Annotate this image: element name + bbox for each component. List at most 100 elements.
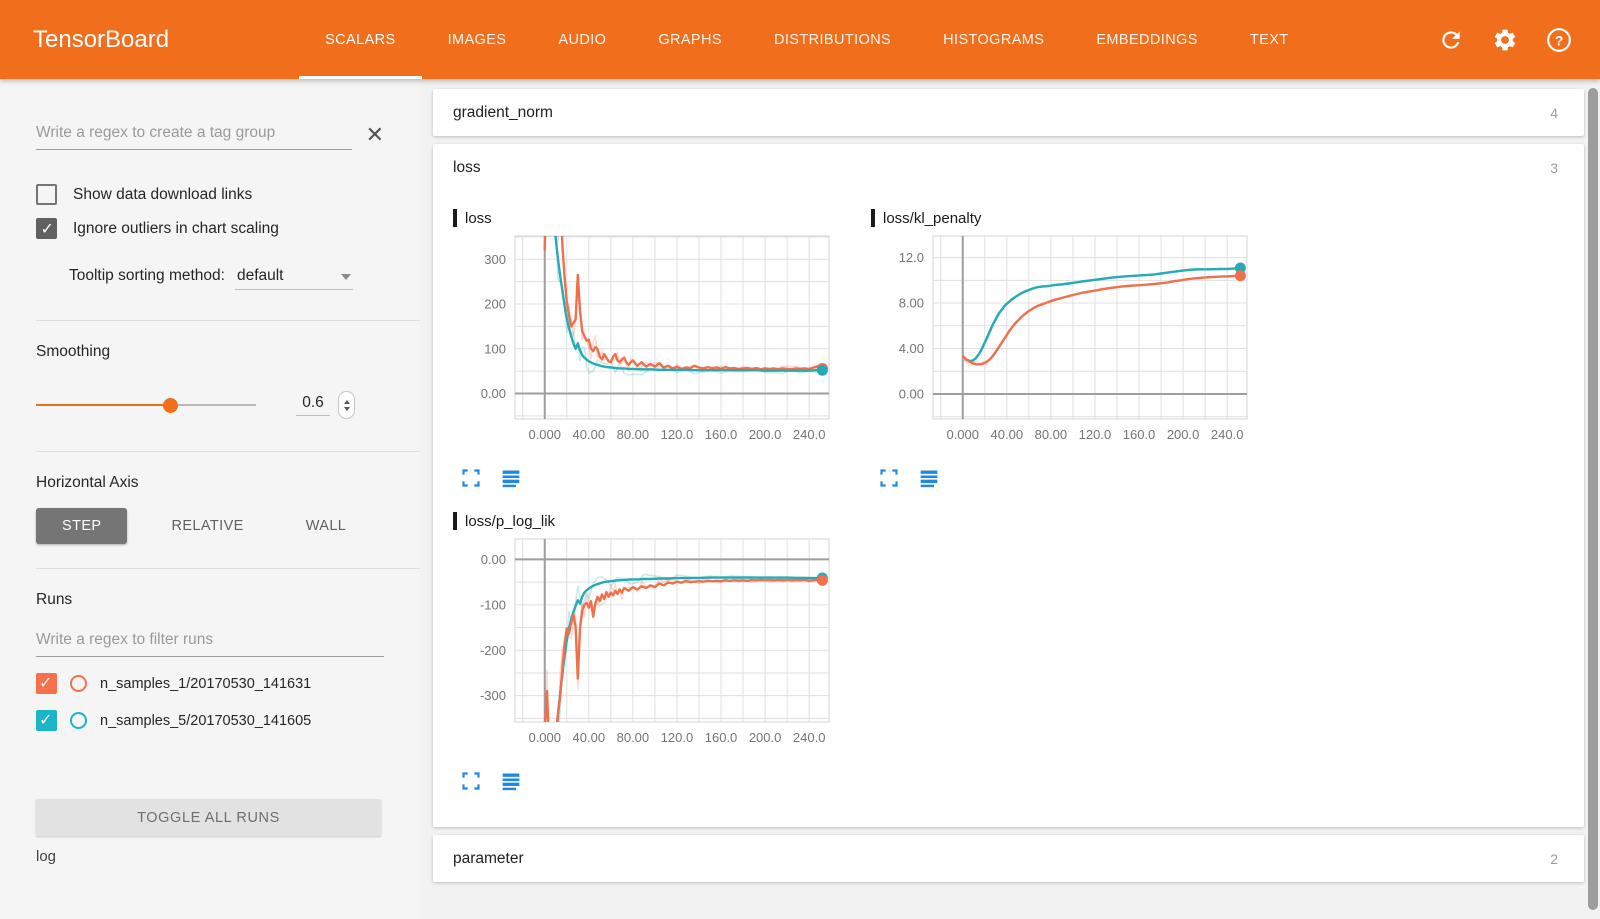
smoothing-stepper[interactable] <box>338 391 355 419</box>
section-header-gradient-norm[interactable]: gradient_norm 4 <box>433 89 1584 136</box>
data-table-icon[interactable] <box>501 468 521 488</box>
smoothing-value-input[interactable]: 0.6 <box>296 394 330 416</box>
svg-text:120.0: 120.0 <box>1079 427 1112 442</box>
svg-text:8.00: 8.00 <box>899 296 924 311</box>
svg-text:120.0: 120.0 <box>661 427 694 442</box>
section-header-loss[interactable]: loss 3 <box>433 144 1584 191</box>
axis-step-button[interactable]: STEP <box>36 508 128 544</box>
section-title: parameter <box>453 849 524 867</box>
help-icon[interactable]: ? <box>1546 27 1572 53</box>
expand-chart-icon[interactable] <box>461 468 481 488</box>
runs-regex-input[interactable]: Write a regex to filter runs <box>36 623 384 657</box>
svg-text:-200: -200 <box>480 643 506 658</box>
chart-loss: loss 0.000 40.00 80.00 120.0 160.0 200.0 240.0… <box>453 209 869 498</box>
run-label: n_samples_5/20170530_141605 <box>100 712 312 729</box>
svg-text:240.0: 240.0 <box>1211 427 1244 442</box>
data-table-icon[interactable] <box>501 771 521 791</box>
main-content: gradient_norm 4 loss 3 loss 0.000 40.00 80… <box>420 79 1600 919</box>
tooltip-sorting-select[interactable]: default <box>234 265 353 290</box>
p-log-lik-line-chart[interactable]: 0.000 40.00 80.00 120.0 160.0 200.0 240.0 0.00 -… <box>453 532 841 762</box>
tab-graphs[interactable]: GRAPHS <box>632 0 748 79</box>
svg-text:12.0: 12.0 <box>899 250 924 265</box>
kl-penalty-line-chart[interactable]: 0.000 40.00 80.00 120.0 160.0 200.0 240.0 0.00 4… <box>871 229 1259 459</box>
toggle-all-runs-button[interactable]: TOGGLE ALL RUNS <box>36 799 381 836</box>
divider <box>36 320 420 321</box>
section-title: gradient_norm <box>453 103 553 121</box>
run-color-swatch[interactable] <box>70 675 87 692</box>
svg-text:4.00: 4.00 <box>899 341 924 356</box>
tag-regex-input[interactable]: Write a regex to create a tag group <box>36 116 352 150</box>
svg-text:100: 100 <box>484 341 506 356</box>
tab-scalars[interactable]: SCALARS <box>299 0 422 79</box>
section-card-gradient-norm: gradient_norm 4 <box>433 89 1584 136</box>
axis-wall-button[interactable]: WALL <box>288 508 365 544</box>
section-header-parameter[interactable]: parameter 2 <box>433 835 1584 882</box>
tooltip-sorting-value: default <box>236 267 284 284</box>
tag-regex-placeholder: Write a regex to create a tag group <box>36 123 276 141</box>
vertical-scrollbar[interactable] <box>1588 88 1598 910</box>
chart-title: loss <box>465 209 492 227</box>
section-count-badge: 2 <box>1550 850 1558 867</box>
charts-grid: loss 0.000 40.00 80.00 120.0 160.0 200.0 240.0… <box>433 191 1584 827</box>
axis-relative-button[interactable]: RELATIVE <box>153 508 261 544</box>
svg-text:-100: -100 <box>480 597 506 612</box>
tab-images[interactable]: IMAGES <box>422 0 533 79</box>
nav-tabs: SCALARS IMAGES AUDIO GRAPHS DISTRIBUTION… <box>299 0 1314 79</box>
loss-line-chart[interactable]: 0.000 40.00 80.00 120.0 160.0 200.0 240.0 0.00 1… <box>453 229 841 459</box>
expand-chart-icon[interactable] <box>879 468 899 488</box>
run-checkbox[interactable] <box>36 710 57 731</box>
tab-embeddings[interactable]: EMBEDDINGS <box>1070 0 1224 79</box>
svg-text:200.0: 200.0 <box>1167 427 1200 442</box>
svg-text:0.000: 0.000 <box>528 730 561 745</box>
data-table-icon[interactable] <box>919 468 939 488</box>
chart-loss-p-log-lik: loss/p_log_lik 0.000 40.00 80.00 120.0 160.0… <box>453 512 869 801</box>
svg-text:120.0: 120.0 <box>661 730 694 745</box>
run-color-swatch[interactable] <box>70 712 87 729</box>
expand-chart-icon[interactable] <box>461 771 481 791</box>
runs-regex-placeholder: Write a regex to filter runs <box>36 630 214 648</box>
svg-text:80.00: 80.00 <box>617 427 650 442</box>
toolbar-actions: ? <box>1438 27 1572 53</box>
slider-fill <box>36 404 171 406</box>
smoothing-label: Smoothing <box>36 343 111 360</box>
sidebar: Write a regex to create a tag group ✕ Sh… <box>0 79 420 919</box>
svg-text:160.0: 160.0 <box>1123 427 1156 442</box>
run-row: n_samples_5/20170530_141605 <box>36 710 384 731</box>
stepper-up-icon[interactable] <box>343 399 350 404</box>
svg-text:0.00: 0.00 <box>481 386 506 401</box>
svg-text:80.00: 80.00 <box>617 730 650 745</box>
close-icon[interactable]: ✕ <box>366 124 384 150</box>
svg-text:200.0: 200.0 <box>749 427 782 442</box>
svg-text:0.00: 0.00 <box>481 552 506 567</box>
section-card-parameter: parameter 2 <box>433 835 1584 882</box>
tab-audio[interactable]: AUDIO <box>532 0 632 79</box>
svg-text:200: 200 <box>484 297 506 312</box>
show-download-links-checkbox[interactable] <box>36 184 57 205</box>
section-card-loss: loss 3 loss 0.000 40.00 80.00 120.0 160.0 200… <box>433 144 1584 827</box>
tab-histograms[interactable]: HISTOGRAMS <box>917 0 1070 79</box>
tag-marker <box>871 209 875 227</box>
section-count-badge: 4 <box>1550 104 1558 121</box>
refresh-icon[interactable] <box>1438 27 1464 53</box>
app-title: TensorBoard <box>33 25 170 53</box>
section-count-badge: 3 <box>1550 159 1558 176</box>
svg-text:240.0: 240.0 <box>793 427 826 442</box>
slider-handle[interactable] <box>162 397 178 413</box>
settings-gear-icon[interactable] <box>1492 27 1518 53</box>
svg-text:40.00: 40.00 <box>991 427 1024 442</box>
tag-marker <box>453 512 457 530</box>
chart-loss-kl-penalty: loss/kl_penalty 0.000 40.00 80.00 120.0 160.… <box>871 209 1287 498</box>
stepper-down-icon[interactable] <box>343 406 350 411</box>
svg-text:200.0: 200.0 <box>749 730 782 745</box>
horizontal-axis-label: Horizontal Axis <box>36 474 139 491</box>
ignore-outliers-checkbox[interactable] <box>36 218 57 239</box>
section-title: loss <box>453 158 481 176</box>
run-checkbox[interactable] <box>36 673 57 694</box>
horizontal-axis-toggle-group: STEP RELATIVE WALL <box>36 508 384 544</box>
show-download-links-label: Show data download links <box>73 185 253 203</box>
svg-text:40.00: 40.00 <box>573 730 606 745</box>
tab-text[interactable]: TEXT <box>1224 0 1315 79</box>
tab-distributions[interactable]: DISTRIBUTIONS <box>748 0 917 79</box>
smoothing-slider[interactable] <box>36 397 256 413</box>
log-link[interactable]: log <box>36 848 384 865</box>
